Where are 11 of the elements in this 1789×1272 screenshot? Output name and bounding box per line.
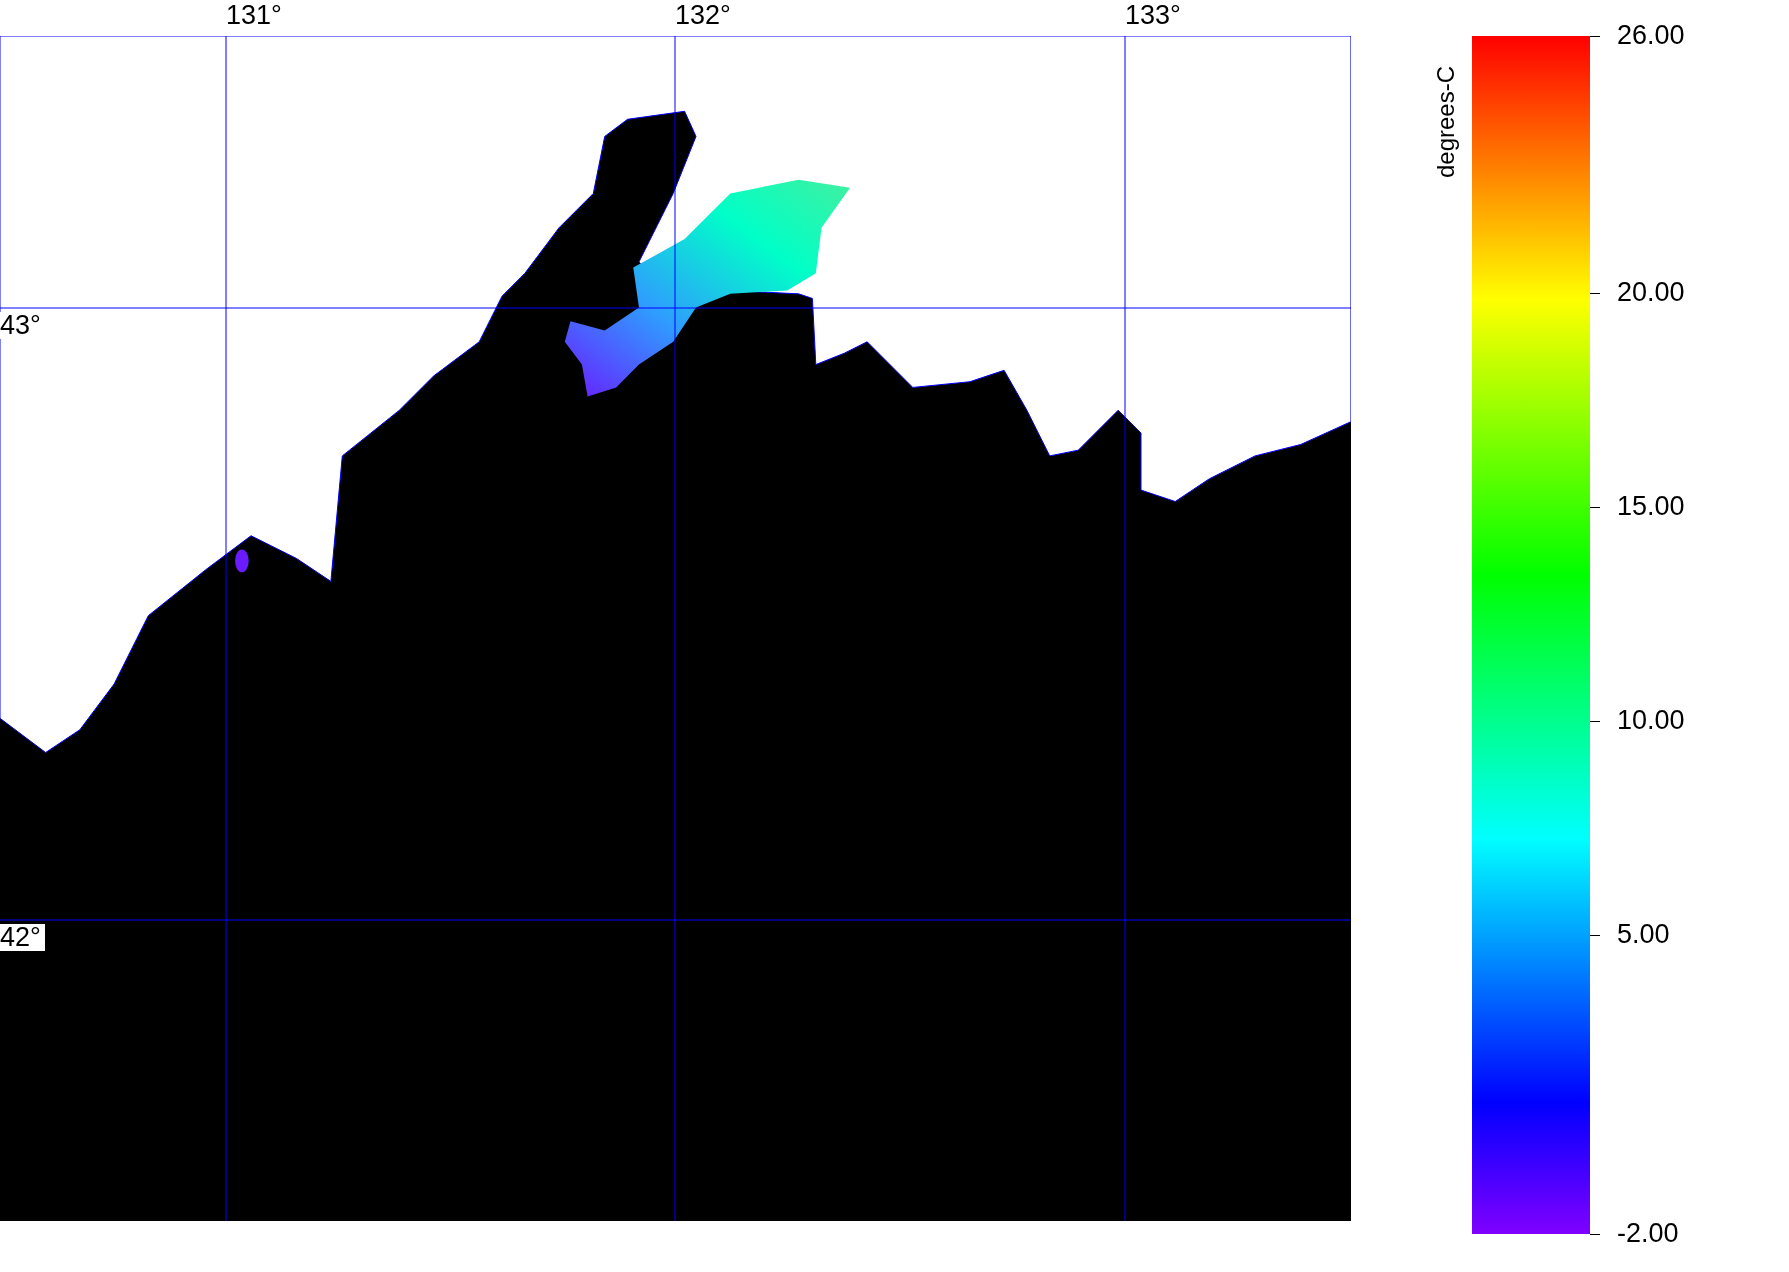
longitude-label: 132° — [675, 2, 731, 29]
colorbar-tick-label: -2.00 — [1617, 1220, 1679, 1247]
colorbar-tick-label: 10.00 — [1617, 706, 1685, 734]
colorbar-tick-label: 15.00 — [1617, 492, 1685, 520]
colorbar-title: degrees-C — [1434, 65, 1459, 179]
colorbar-tick-label: 26.00 — [1617, 22, 1685, 49]
latitude-label: 42° — [0, 924, 45, 951]
colorbar-tick-label: 5.00 — [1617, 920, 1670, 948]
colorbar-tick-label: 20.00 — [1617, 278, 1685, 306]
longitude-label: 131° — [226, 2, 282, 29]
longitude-label: 133° — [1125, 2, 1181, 29]
